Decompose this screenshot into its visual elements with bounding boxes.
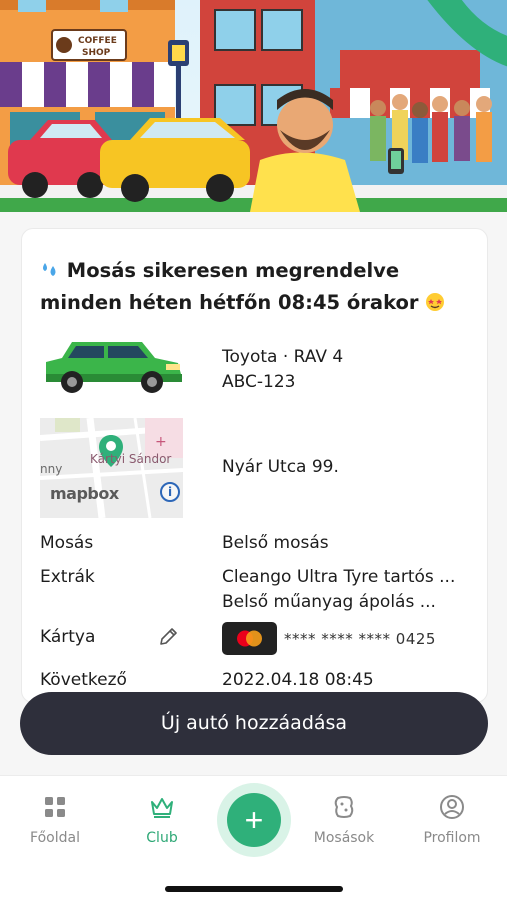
mapbox-logo: mapbox bbox=[50, 484, 119, 503]
svg-text:SHOP: SHOP bbox=[82, 48, 111, 58]
sponge-icon bbox=[334, 796, 354, 818]
home-indicator bbox=[165, 886, 343, 892]
wash-value: Belső mosás bbox=[222, 533, 329, 553]
nav-item-club[interactable]: Club bbox=[112, 776, 212, 856]
info-icon[interactable]: i bbox=[160, 482, 180, 502]
grid-icon bbox=[45, 797, 65, 817]
map-place-label: Kártyi Sándor bbox=[90, 452, 172, 466]
nav-label-washes: Mosások bbox=[313, 830, 375, 846]
car-model: Toyota · RAV 4 bbox=[222, 347, 344, 367]
svg-text:+: + bbox=[155, 434, 167, 450]
map-side-label: nny bbox=[40, 462, 63, 476]
nav-item-profile[interactable]: Profilom bbox=[402, 776, 502, 856]
car-illustration bbox=[46, 342, 182, 393]
address: Nyár Utca 99. bbox=[222, 457, 339, 477]
extras-item: Belső műanyag ápolás ... bbox=[222, 592, 436, 612]
wash-label: Mosás bbox=[40, 533, 94, 553]
nav-item-washes[interactable]: Mosások bbox=[294, 776, 394, 856]
next-value: 2022.04.18 08:45 bbox=[222, 670, 374, 690]
order-card: Mosás sikeresen megrendelve minden héten… bbox=[21, 228, 488, 703]
bottom-navigation: Főoldal Club + Mosások Profilom bbox=[0, 775, 507, 900]
nav-label-home: Főoldal bbox=[30, 830, 80, 846]
svg-text:COFFEE: COFFEE bbox=[78, 36, 117, 46]
nav-label-club: Club bbox=[146, 830, 178, 846]
mastercard-icon bbox=[222, 622, 277, 655]
card-number: **** **** **** 0425 bbox=[284, 630, 436, 648]
droplets-icon bbox=[43, 263, 56, 276]
payment-card-label: Kártya bbox=[40, 627, 96, 647]
crown-icon bbox=[151, 798, 173, 818]
nav-item-home[interactable]: Főoldal bbox=[5, 776, 105, 856]
extras-label: Extrák bbox=[40, 567, 95, 587]
pencil-icon[interactable] bbox=[157, 626, 179, 648]
order-title: Mosás sikeresen megrendelve minden héten… bbox=[40, 255, 470, 319]
nav-label-profile: Profilom bbox=[423, 830, 481, 846]
app-screen: COFFEE SHOP Mosás sikeresen megrendelve … bbox=[0, 0, 507, 900]
add-wash-button[interactable]: + bbox=[227, 793, 281, 847]
extras-item: Cleango Ultra Tyre tartós ... bbox=[222, 567, 456, 587]
order-title-text: Mosás sikeresen megrendelve minden héten… bbox=[40, 259, 419, 314]
car-plate: ABC-123 bbox=[222, 372, 296, 392]
star-struck-icon bbox=[426, 293, 445, 311]
next-label: Következő bbox=[40, 670, 127, 690]
add-car-button[interactable]: Új autó hozzáadása bbox=[20, 692, 488, 755]
hero-illustration: COFFEE SHOP bbox=[0, 0, 507, 212]
location-map[interactable]: + Kártyi Sándor nny mapbox i bbox=[40, 418, 183, 518]
user-icon bbox=[440, 795, 464, 819]
